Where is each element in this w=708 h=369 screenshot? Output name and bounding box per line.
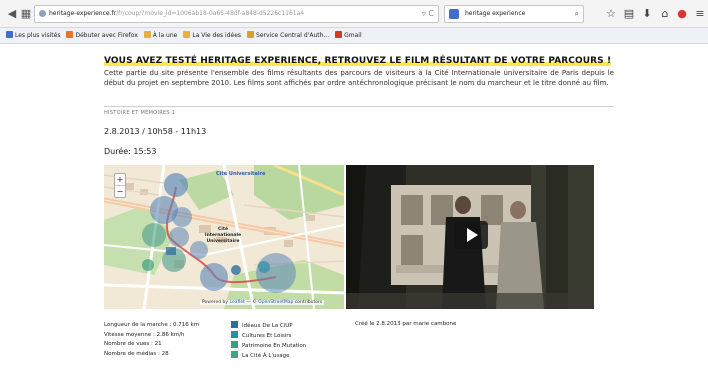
osm-link[interactable]: OpenStreetMap	[258, 300, 293, 305]
url-bar[interactable]: heritage-experience.fr/fr/coup/?movie_id…	[34, 5, 439, 23]
bookmark-label: Service Central d'Auth...	[256, 32, 330, 39]
menu-grid-icon[interactable]: ▦	[18, 6, 34, 22]
reload-icon[interactable]: ▿ C	[422, 6, 434, 22]
bookmark-item[interactable]: Les plus visités	[6, 28, 60, 44]
bookmark-icon	[247, 31, 255, 38]
bookmark-icon	[335, 31, 343, 38]
theme-legend: Idéaux De La CiUP Cultures Et Loisirs Patr…	[231, 321, 306, 361]
zoom-out-button[interactable]: −	[115, 186, 125, 197]
clipboard-icon[interactable]: ▤	[623, 7, 635, 21]
walk-stats: Longueur de la marche : 0.716 km Vitesse…	[104, 321, 199, 359]
star-icon[interactable]: ☆	[605, 7, 617, 21]
addon-icon[interactable]: ●	[676, 7, 688, 21]
legend-label: Cultures Et Loisirs	[242, 333, 292, 339]
search-value: heritage experience	[465, 10, 526, 17]
walk-map[interactable]: Cité Universitaire Cité Internationale U…	[104, 165, 344, 309]
bookmark-item[interactable]: La Vie des idées	[183, 28, 241, 44]
bookmark-label: À la une	[152, 32, 178, 39]
bookmark-label: Les plus visités	[15, 32, 61, 39]
legend-label: Idéaux De La CiUP	[242, 323, 293, 329]
bookmark-label: La Vie des idées	[192, 32, 242, 39]
search-bar[interactable]: heritage experience ⌕	[444, 5, 584, 23]
map-label-center: Cité Internationale Universitaire	[204, 227, 242, 244]
bookmark-item[interactable]: À la une	[143, 28, 178, 44]
legend-swatch	[231, 351, 238, 358]
bookmark-item[interactable]: Service Central d'Auth...	[247, 28, 329, 44]
site-identity-icon[interactable]	[39, 10, 46, 17]
play-icon	[467, 228, 478, 242]
video-player[interactable]	[346, 165, 594, 309]
intro-text: Cette partie du site présente l'ensemble…	[104, 69, 614, 87]
bookmark-icon	[66, 31, 74, 38]
divider	[104, 106, 614, 107]
map-attribution: Powered by Leaflet — © OpenStreetMap con…	[200, 300, 325, 305]
search-icon[interactable]: ⌕	[575, 6, 579, 22]
walk-duration: Durée: 15:53	[104, 147, 157, 156]
bookmark-label: Gmail	[344, 32, 362, 39]
legend-label: Patrimoine En Mutation	[242, 343, 307, 349]
map-zoom-control: + −	[114, 173, 126, 198]
play-button[interactable]	[454, 221, 488, 249]
legend-swatch	[231, 341, 238, 348]
attribution-mid: — ©	[246, 300, 257, 305]
page-headline: VOUS AVEZ TESTÉ HERITAGE EXPERIENCE, RET…	[104, 56, 612, 66]
bookmark-item[interactable]: Débuter avec Firefox	[66, 28, 138, 44]
zoom-in-button[interactable]: +	[115, 174, 125, 186]
legend-swatch	[231, 321, 238, 328]
legend-label: La Cité À L'usage	[242, 353, 290, 359]
attribution-prefix: Powered by	[202, 300, 229, 305]
attribution-suffix: contributors	[294, 300, 323, 305]
bookmark-icon	[143, 31, 151, 38]
stat-views: Nombre de vues : 21	[104, 341, 162, 347]
bookmarks-bar: Les plus visités Débuter avec Firefox À la…	[0, 28, 708, 44]
url-domain: heritage-experience.fr	[49, 10, 117, 17]
stat-media: Nombre de médias : 28	[104, 350, 169, 357]
bookmark-label: Débuter avec Firefox	[75, 32, 138, 39]
url-path: /fr/coup/?movie_id=1006ab18-0a65-48df-a8…	[116, 10, 305, 17]
legend-item[interactable]: La Cité À L'usage	[231, 351, 306, 361]
walk-date-time: 2.8.2013 / 10h58 - 11h13	[104, 127, 207, 136]
search-engine-icon[interactable]	[449, 9, 459, 19]
bookmark-icon	[183, 31, 191, 38]
legend-item[interactable]: Patrimoine En Mutation	[231, 341, 306, 351]
bookmark-item[interactable]: Gmail	[335, 28, 362, 44]
leaflet-link[interactable]: Leaflet	[230, 300, 245, 305]
stat-length: Longueur de la marche : 0.716 km	[104, 322, 200, 328]
browser-toolbar: ◀ ▦ heritage-experience.fr/fr/coup/?movi…	[0, 0, 708, 28]
legend-item[interactable]: Idéaux De La CiUP	[231, 321, 306, 331]
stat-speed: Vitesse moyenne : 2.86 km/h	[104, 331, 185, 338]
home-icon[interactable]: ⌂	[659, 7, 671, 21]
menu-icon[interactable]: ≡	[694, 7, 706, 21]
legend-swatch	[231, 331, 238, 338]
bookmark-icon	[6, 31, 13, 38]
map-label-cite-universitaire: Cité Universitaire	[216, 171, 266, 177]
section-label: HISTOIRE ET MÉMOIRES 1	[104, 110, 176, 116]
created-by: Créé le 2.8.2013 par marie cambone	[355, 321, 457, 327]
legend-item[interactable]: Cultures Et Loisirs	[231, 331, 306, 341]
download-icon[interactable]: ⬇	[641, 7, 653, 21]
